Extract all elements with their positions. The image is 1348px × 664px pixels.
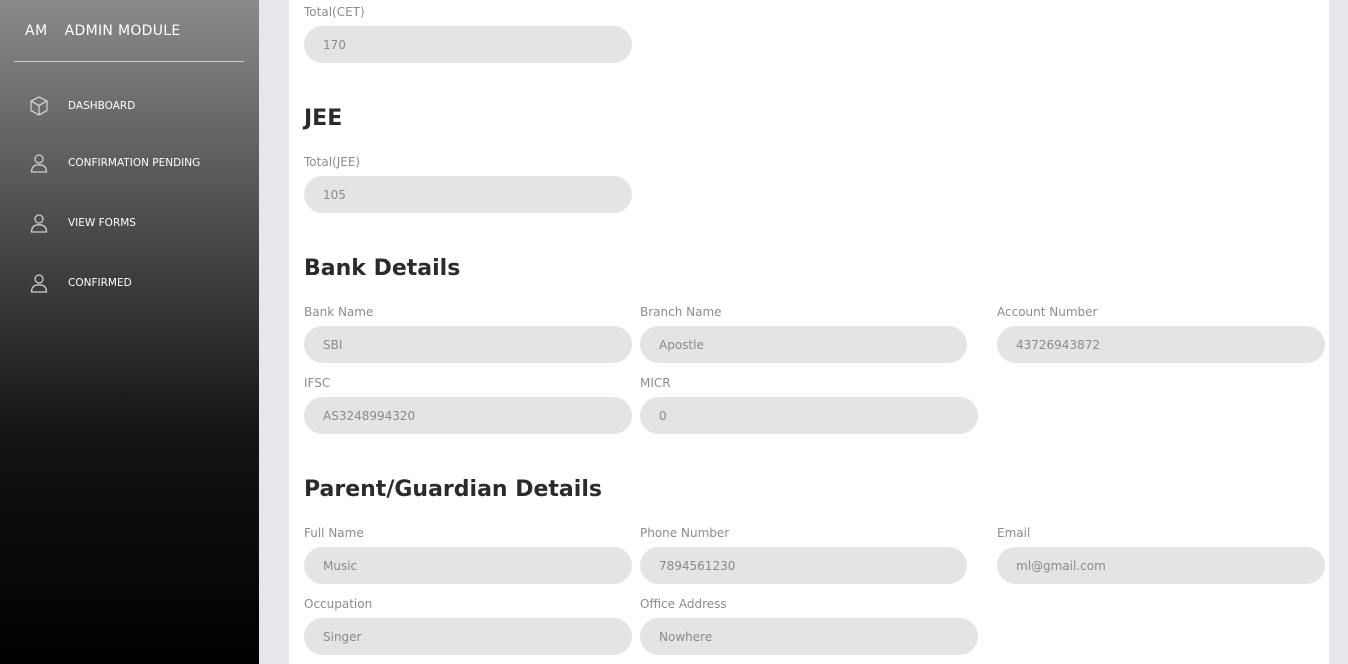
total-jee-label: Total(JEE) xyxy=(304,155,361,169)
nav-label-dashboard: DASHBOARD xyxy=(68,100,136,112)
occupation-label: Occupation xyxy=(304,597,373,611)
nav-item-confirmation-pending[interactable]: CONFIRMATION PENDING xyxy=(28,151,200,175)
brand-title: ADMIN MODULE xyxy=(64,23,181,39)
bank-name-field[interactable] xyxy=(304,326,632,363)
brand[interactable]: AM ADMIN MODULE xyxy=(25,21,181,41)
total-cet-label: Total(CET) xyxy=(304,5,365,19)
cube-icon xyxy=(28,95,50,117)
phone-number-label: Phone Number xyxy=(640,526,730,540)
nav-label-confirmation-pending: CONFIRMATION PENDING xyxy=(68,157,201,169)
occupation-field[interactable] xyxy=(304,618,632,655)
form-panel: Total(CET) JEE Total(JEE) Bank Details B… xyxy=(289,0,1329,664)
office-address-field[interactable] xyxy=(640,618,978,655)
jee-heading: JEE xyxy=(304,106,343,131)
total-cet-field[interactable] xyxy=(304,26,632,63)
account-number-field[interactable] xyxy=(997,326,1325,363)
branch-name-field[interactable] xyxy=(640,326,967,363)
sidebar: AM ADMIN MODULE DASHBOARD CONFIRMATION P… xyxy=(0,0,259,664)
nav-item-dashboard[interactable]: DASHBOARD xyxy=(28,94,135,118)
user-icon xyxy=(28,152,50,174)
account-number-label: Account Number xyxy=(997,305,1098,319)
user-icon xyxy=(28,272,50,294)
brand-divider xyxy=(14,61,244,62)
micr-field[interactable] xyxy=(640,397,978,434)
brand-initials: AM xyxy=(25,23,48,39)
nav-item-confirmed[interactable]: CONFIRMED xyxy=(28,271,132,295)
micr-label: MICR xyxy=(640,376,671,390)
nav-item-view-forms[interactable]: VIEW FORMS xyxy=(28,211,136,235)
total-jee-field[interactable] xyxy=(304,176,632,213)
full-name-label: Full Name xyxy=(304,526,364,540)
nav-label-confirmed: CONFIRMED xyxy=(68,277,132,289)
user-icon xyxy=(28,212,50,234)
ifsc-field[interactable] xyxy=(304,397,632,434)
nav-label-view-forms: VIEW FORMS xyxy=(68,217,136,229)
parent-details-heading: Parent/Guardian Details xyxy=(304,477,602,502)
bank-details-heading: Bank Details xyxy=(304,256,461,281)
full-name-field[interactable] xyxy=(304,547,632,584)
ifsc-label: IFSC xyxy=(304,376,331,390)
branch-name-label: Branch Name xyxy=(640,305,722,319)
email-label: Email xyxy=(997,526,1031,540)
phone-number-field[interactable] xyxy=(640,547,967,584)
office-address-label: Office Address xyxy=(640,597,727,611)
email-field[interactable] xyxy=(997,547,1325,584)
bank-name-label: Bank Name xyxy=(304,305,374,319)
